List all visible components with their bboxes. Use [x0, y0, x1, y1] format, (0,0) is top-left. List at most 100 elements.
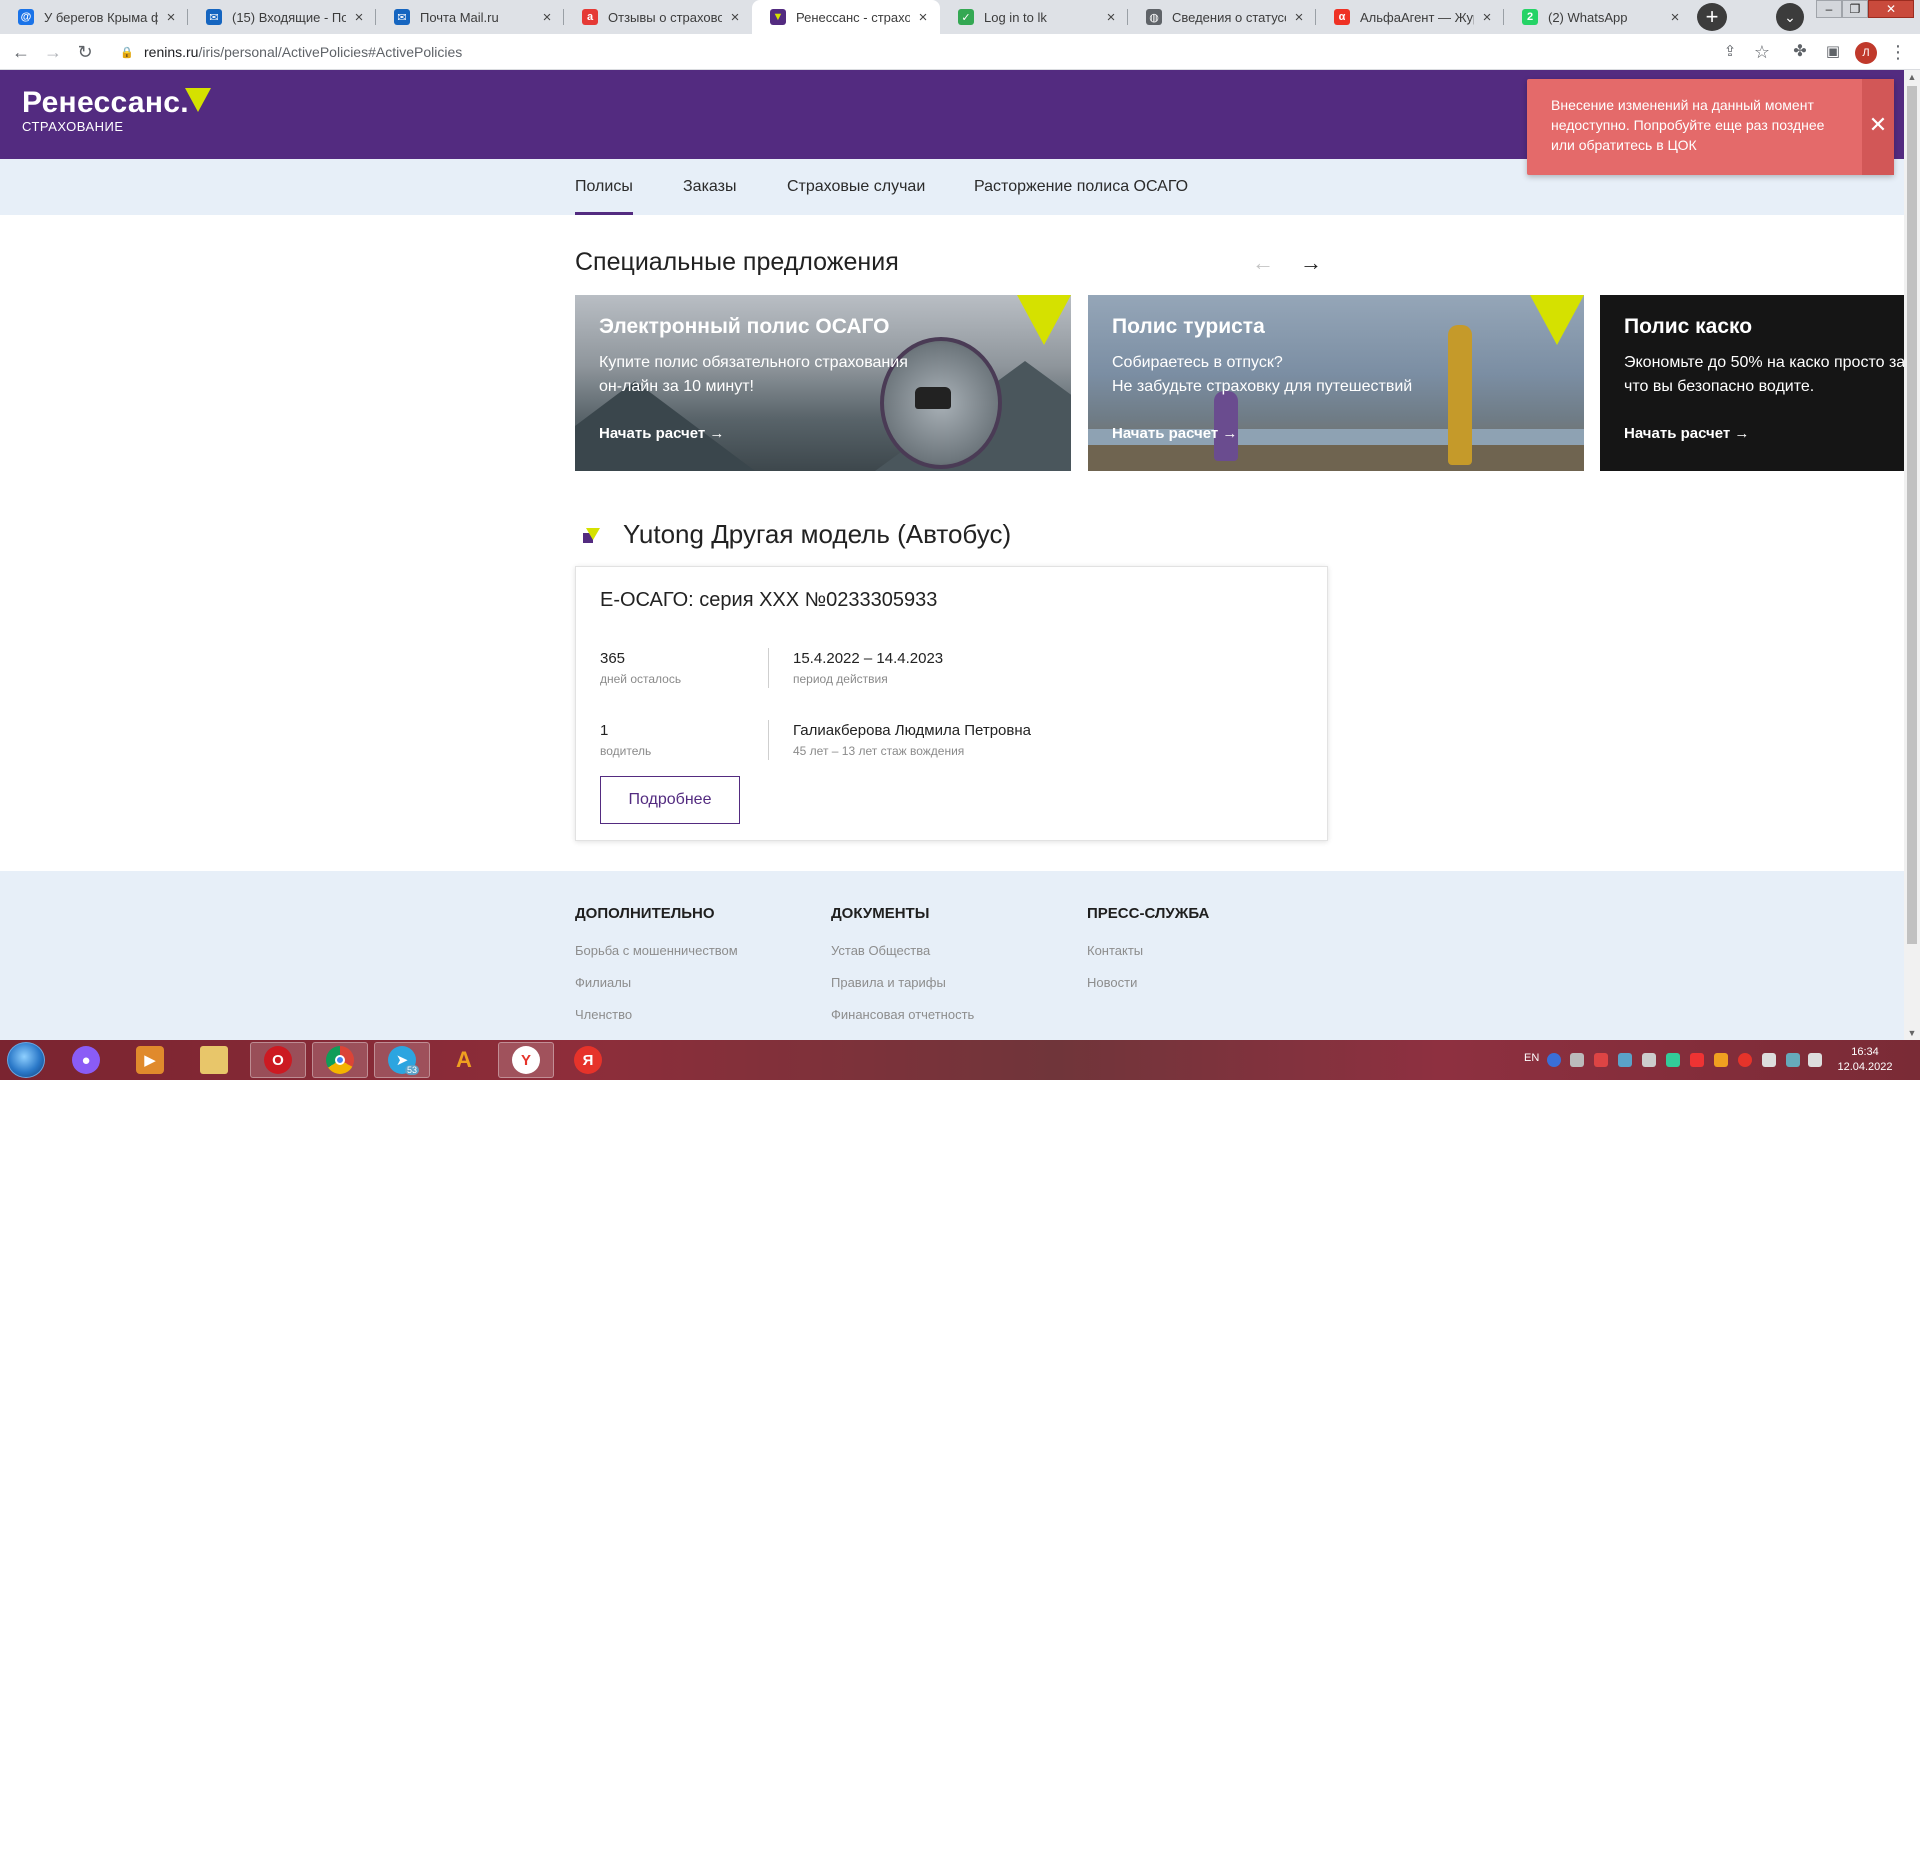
taskbar-app[interactable] [312, 1042, 368, 1078]
scrollbar-thumb[interactable] [1907, 86, 1917, 944]
bookmark-star-icon[interactable]: ☆ [1750, 40, 1774, 64]
offer-triangle-icon [1530, 295, 1584, 345]
footer-link[interactable]: Финансовая отчетность [831, 1007, 974, 1022]
taskbar-app[interactable]: ● [58, 1042, 114, 1078]
tray-icon[interactable] [1690, 1053, 1704, 1067]
footer-link[interactable]: Контакты [1087, 943, 1143, 958]
offer-text-line: Собираетесь в отпуск? [1112, 354, 1283, 371]
close-tab-icon[interactable]: × [1104, 9, 1118, 26]
back-icon[interactable]: ← [9, 40, 33, 64]
carousel-next-icon[interactable]: → [1300, 250, 1322, 276]
browser-tab[interactable]: a Отзывы о страховой компании × [564, 0, 752, 34]
network-icon[interactable] [1786, 1053, 1800, 1067]
restore-icon[interactable]: ❐ [1842, 0, 1868, 18]
close-tab-icon[interactable]: × [540, 9, 554, 26]
scroll-up-icon[interactable]: ▲ [1904, 72, 1920, 82]
help-icon[interactable] [1547, 1053, 1561, 1067]
browser-tab[interactable]: @ У берегов Крыма фрегат × [0, 0, 188, 34]
start-button[interactable] [7, 1042, 45, 1078]
taskbar-app[interactable]: O [250, 1042, 306, 1078]
close-tab-icon[interactable]: × [1292, 9, 1306, 26]
menu-kebab-icon[interactable]: ⋮ [1886, 40, 1910, 64]
policy-period-value: 15.4.2022 – 14.4.2023 [793, 650, 944, 667]
browser-tab[interactable]: ✓ Log in to lk × [940, 0, 1128, 34]
page-scrollbar[interactable]: ▲ ▼ [1904, 70, 1920, 1040]
divider [768, 720, 769, 760]
offer-start-link[interactable]: Начать расчет → [1624, 425, 1749, 442]
footer-link[interactable]: Правила и тарифы [831, 975, 946, 990]
browser-tab[interactable]: α АльфаАгент — Журнал × [1316, 0, 1504, 34]
site-logo[interactable]: Ренессанс. СТРАХОВАНИЕ [22, 86, 189, 134]
browser-tab[interactable]: ✉ Почта Mail.ru × [376, 0, 564, 34]
details-button[interactable]: Подробнее [600, 776, 740, 824]
share-icon[interactable]: ⇪ [1718, 40, 1742, 64]
language-indicator[interactable]: EN [1524, 1052, 1539, 1064]
tray-icon[interactable] [1714, 1053, 1728, 1067]
taskbar-clock[interactable]: 16:34 12.04.2022 [1830, 1045, 1900, 1075]
browser-tab[interactable]: ◍ Сведения о статусе бланка × [1128, 0, 1316, 34]
vehicle-title: Yutong Другая модель (Автобус) [623, 519, 1012, 549]
offer-title: Электронный полис ОСАГО [599, 315, 890, 338]
address-bar[interactable]: 🔒 renins.ru /iris/personal/ActivePolicie… [108, 38, 1788, 66]
alice-icon: ● [72, 1046, 100, 1074]
offer-start-link[interactable]: Начать расчет → [599, 425, 724, 442]
footer-link[interactable]: Новости [1087, 975, 1137, 990]
offer-text-line: Не забудьте страховку для путешествий [1112, 378, 1413, 395]
days-left-caption: дней осталось [600, 672, 682, 686]
offer-card-travel[interactable]: Полис туриста Собираетесь в отпуск? Не з… [1088, 295, 1584, 471]
close-icon[interactable]: ✕ [1862, 79, 1894, 175]
side-panel-icon[interactable]: ▣ [1821, 40, 1845, 64]
tab-insurance-cases[interactable]: Страховые случаи [787, 159, 925, 215]
footer-link[interactable]: Филиалы [575, 975, 631, 990]
extensions-icon[interactable]: ✤ [1788, 40, 1812, 64]
close-window-icon[interactable]: ✕ [1868, 0, 1914, 18]
minimize-icon[interactable]: – [1816, 0, 1842, 18]
yandex-tray-icon[interactable] [1738, 1053, 1752, 1067]
printer-icon[interactable] [1642, 1053, 1656, 1067]
offer-text: Купите полис обязательного страхования о… [599, 351, 1019, 399]
taskbar-app[interactable]: ▶ [122, 1042, 178, 1078]
taskbar-app[interactable]: Y [498, 1042, 554, 1078]
close-tab-icon[interactable]: × [164, 9, 178, 26]
tab-label: Сведения о статусе бланка [1172, 9, 1286, 25]
scroll-down-icon[interactable]: ▼ [1904, 1028, 1920, 1038]
taskbar-app[interactable]: Я [560, 1042, 616, 1078]
profile-avatar[interactable]: Л [1855, 42, 1877, 64]
footer-link[interactable]: Членство [575, 1007, 632, 1022]
close-tab-icon[interactable]: × [916, 9, 930, 26]
offer-start-link[interactable]: Начать расчет → [1112, 425, 1237, 442]
tray-icon[interactable] [1666, 1053, 1680, 1067]
forward-icon[interactable]: → [41, 40, 65, 64]
volume-icon[interactable] [1762, 1053, 1776, 1067]
footer-link[interactable]: Борьба с мошенничеством [575, 943, 738, 958]
new-tab-button[interactable]: + [1697, 3, 1727, 31]
tab-search-button[interactable]: ⌄ [1776, 3, 1804, 31]
footer-link[interactable]: Устав Общества [831, 943, 930, 958]
carousel-prev-icon[interactable]: ← [1252, 250, 1274, 276]
browser-tab[interactable]: ✉ (15) Входящие - Почта Mail.ru × [188, 0, 376, 34]
tab-osago-termination[interactable]: Расторжение полиса ОСАГО [974, 159, 1188, 215]
taskbar-app[interactable]: ➤ 53 [374, 1042, 430, 1078]
tab-orders[interactable]: Заказы [683, 159, 736, 215]
browser-tab[interactable]: 2 (2) WhatsApp × [1504, 0, 1692, 34]
close-tab-icon[interactable]: × [1480, 9, 1494, 26]
action-center-icon[interactable] [1808, 1053, 1822, 1067]
offer-text-line: Купите полис обязательного страхования [599, 354, 908, 371]
logo-subtitle: СТРАХОВАНИЕ [22, 119, 124, 134]
logo-triangle-icon [185, 88, 211, 112]
tray-icon[interactable] [1594, 1053, 1608, 1067]
reload-icon[interactable]: ↻ [73, 40, 97, 64]
taskbar-app[interactable]: A [436, 1042, 492, 1078]
close-tab-icon[interactable]: × [352, 9, 366, 26]
whatsapp-icon: 2 [1522, 9, 1538, 25]
tab-policies[interactable]: Полисы [575, 159, 633, 215]
telegram-tray-icon[interactable] [1618, 1053, 1632, 1067]
close-tab-icon[interactable]: × [1668, 9, 1682, 26]
offer-card-osago[interactable]: Электронный полис ОСАГО Купите полис обя… [575, 295, 1071, 471]
offer-card-kasko[interactable]: Полис каско Экономьте до 50% на каско пр… [1600, 295, 1904, 471]
close-tab-icon[interactable]: × [728, 9, 742, 26]
logo-text: Ренессанс. [22, 86, 189, 119]
browser-tab-active[interactable]: ▼ Ренессанс - страхование × [752, 0, 940, 34]
tray-icon[interactable] [1570, 1053, 1584, 1067]
taskbar-app[interactable] [186, 1042, 242, 1078]
